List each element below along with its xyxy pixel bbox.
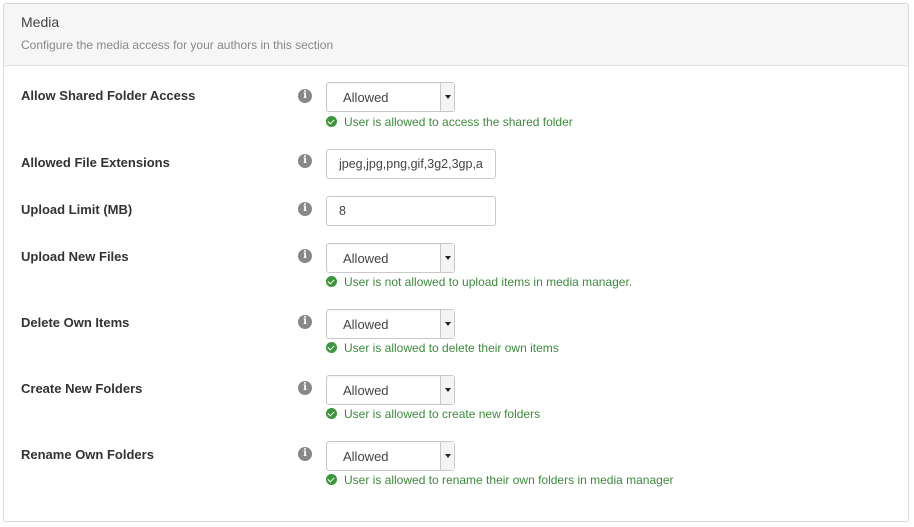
setting-label: Upload New Files [21,249,129,264]
info-icon[interactable]: i [298,249,312,263]
info-icon[interactable]: i [298,381,312,395]
select-value: Allowed [343,449,389,464]
check-circle-icon [326,276,337,287]
info-icon[interactable]: i [298,315,312,329]
setting-label: Rename Own Folders [21,447,154,462]
setting-hint: User is allowed to delete their own item… [326,341,559,355]
chevron-down-icon [440,310,454,338]
chevron-down-icon [440,83,454,111]
info-icon[interactable]: i [298,89,312,103]
setting-hint: User is allowed to create new folders [326,407,540,421]
select-value: Allowed [343,383,389,398]
create-new-folders-select[interactable]: Allowed [326,375,455,405]
chevron-down-icon [440,376,454,404]
panel-header: Media Configure the media access for you… [4,4,908,66]
info-icon[interactable]: i [298,202,312,216]
setting-label: Allow Shared Folder Access [21,88,196,103]
panel-title: Media [21,14,60,30]
info-icon[interactable]: i [298,154,312,168]
file-extensions-input[interactable] [326,149,496,179]
panel-subtitle: Configure the media access for your auth… [21,38,334,52]
setting-hint: User is allowed to access the shared fol… [326,115,573,129]
chevron-down-icon [440,442,454,470]
check-circle-icon [326,116,337,127]
setting-label: Upload Limit (MB) [21,202,133,217]
setting-hint: User is not allowed to upload items in m… [326,275,632,289]
check-circle-icon [326,342,337,353]
delete-own-items-select[interactable]: Allowed [326,309,455,339]
select-value: Allowed [343,251,389,266]
setting-label: Delete Own Items [21,315,130,330]
setting-hint: User is allowed to rename their own fold… [326,473,674,487]
select-value: Allowed [343,90,389,105]
info-icon[interactable]: i [298,447,312,461]
upload-new-files-select[interactable]: Allowed [326,243,455,273]
setting-label: Create New Folders [21,381,143,396]
chevron-down-icon [440,244,454,272]
select-value: Allowed [343,317,389,332]
setting-label: Allowed File Extensions [21,155,170,170]
check-circle-icon [326,474,337,485]
rename-own-folders-select[interactable]: Allowed [326,441,455,471]
upload-limit-input[interactable] [326,196,496,226]
check-circle-icon [326,408,337,419]
media-settings-panel: Media Configure the media access for you… [3,3,909,522]
shared-folder-access-select[interactable]: Allowed [326,82,455,112]
